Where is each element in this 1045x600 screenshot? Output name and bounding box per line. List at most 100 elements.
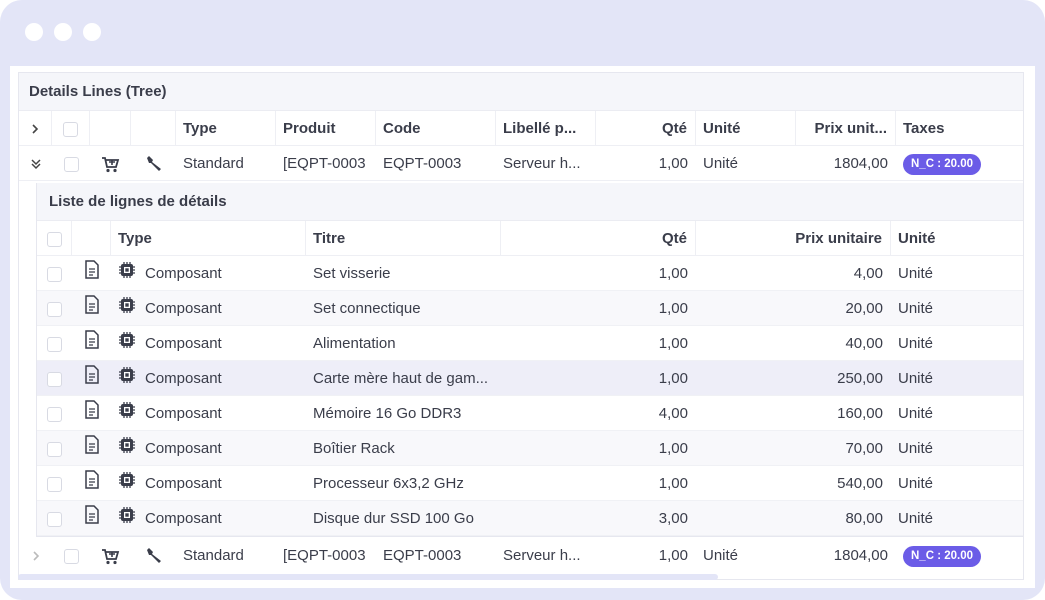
column-header-libelle[interactable]: Libellé p... <box>496 111 596 146</box>
list-item[interactable]: Composant Set visserie 1,00 4,00 Unité <box>37 256 1023 291</box>
row-checkbox[interactable] <box>52 146 90 181</box>
window-dot-maximize[interactable] <box>83 23 101 41</box>
collapse-toggle[interactable] <box>19 146 52 181</box>
chip-icon <box>118 467 136 501</box>
row-produit: [EQPT-0003 <box>283 155 366 172</box>
row-unite: Unité <box>703 155 739 172</box>
row-prix: 1804,00 <box>833 155 888 172</box>
row-qte: 1,00 <box>658 155 688 172</box>
sublist-header-row: Type Titre Qté Prix unitaire Unité <box>37 221 1023 256</box>
document-icon[interactable] <box>72 326 111 361</box>
column-header-code[interactable]: Code <box>376 111 496 146</box>
item-checkbox[interactable] <box>37 326 72 361</box>
sublist-header-spacer <box>72 221 111 256</box>
window-dot-minimize[interactable] <box>54 23 72 41</box>
cart-icon[interactable] <box>90 538 131 573</box>
tree-title: Details Lines (Tree) <box>19 73 1023 111</box>
header-spacer-2 <box>131 111 176 146</box>
row-type: Standard <box>183 547 244 564</box>
sublist-header-unite[interactable]: Unité <box>891 221 1023 256</box>
select-all-checkbox[interactable] <box>52 111 90 146</box>
item-type: Composant <box>111 396 306 431</box>
tree-row[interactable]: Standard [EQPT-0003 EQPT-0003 Serveur h.… <box>19 538 1023 573</box>
list-item[interactable]: Composant Set connectique 1,00 20,00 Unité <box>37 291 1023 326</box>
item-unite: Unité <box>898 335 934 352</box>
item-titre: Mémoire 16 Go DDR3 <box>313 405 462 422</box>
item-checkbox[interactable] <box>37 501 72 536</box>
item-type-label: Composant <box>145 370 222 387</box>
list-item[interactable]: Composant Boîtier Rack 1,00 70,00 Unité <box>37 431 1023 466</box>
sublist-title: Liste de lignes de détails <box>37 183 1023 221</box>
document-icon[interactable] <box>72 396 111 431</box>
column-header-type[interactable]: Type <box>176 111 276 146</box>
chevron-right-icon <box>32 551 39 561</box>
sublist-header-titre[interactable]: Titre <box>306 221 501 256</box>
column-header-unite[interactable]: Unité <box>696 111 796 146</box>
column-header-qte[interactable]: Qté <box>596 111 696 146</box>
item-qte: 4,00 <box>658 405 688 422</box>
window-dot-close[interactable] <box>25 23 43 41</box>
column-header-taxes[interactable]: Taxes <box>896 111 1023 146</box>
item-titre: Carte mère haut de gam... <box>313 370 489 387</box>
document-icon[interactable] <box>72 501 111 536</box>
item-unite: Unité <box>898 370 934 387</box>
row-prix: 1804,00 <box>833 547 888 564</box>
item-type-label: Composant <box>145 300 222 317</box>
list-item[interactable]: Composant Processeur 6x3,2 GHz 1,00 540,00 U… <box>37 466 1023 501</box>
item-type: Composant <box>111 326 306 361</box>
cart-icon[interactable] <box>90 146 131 181</box>
item-unite: Unité <box>898 265 934 282</box>
item-prix: 160,00 <box>837 405 883 422</box>
item-checkbox[interactable] <box>37 466 72 501</box>
item-titre: Boîtier Rack <box>313 440 395 457</box>
tax-badge: N_C : 20.00 <box>903 545 982 567</box>
expand-all-toggle[interactable] <box>19 111 52 146</box>
item-checkbox[interactable] <box>37 256 72 291</box>
item-prix: 40,00 <box>845 335 883 352</box>
item-type: Composant <box>111 501 306 536</box>
wrench-icon[interactable] <box>131 538 176 573</box>
item-qte: 1,00 <box>658 265 688 282</box>
row-checkbox[interactable] <box>52 538 90 573</box>
item-titre: Set visserie <box>313 265 391 282</box>
item-qte: 1,00 <box>658 335 688 352</box>
list-item[interactable]: Composant Carte mère haut de gam... 1,00 25… <box>37 361 1023 396</box>
item-unite: Unité <box>898 440 934 457</box>
list-item[interactable]: Composant Disque dur SSD 100 Go 3,00 80,00 U… <box>37 501 1023 536</box>
column-header-produit[interactable]: Produit <box>276 111 376 146</box>
item-checkbox[interactable] <box>37 431 72 466</box>
column-header-prix[interactable]: Prix unit... <box>796 111 896 146</box>
item-titre: Disque dur SSD 100 Go <box>313 510 474 527</box>
window-controls <box>25 23 101 41</box>
item-qte: 1,00 <box>658 300 688 317</box>
sublist-header-prix[interactable]: Prix unitaire <box>696 221 891 256</box>
sublist-header-type[interactable]: Type <box>111 221 306 256</box>
document-icon[interactable] <box>72 466 111 501</box>
chip-icon <box>118 327 136 361</box>
document-icon[interactable] <box>72 291 111 326</box>
item-checkbox[interactable] <box>37 361 72 396</box>
item-type-label: Composant <box>145 475 222 492</box>
document-icon[interactable] <box>72 431 111 466</box>
document-icon[interactable] <box>72 361 111 396</box>
item-type-label: Composant <box>145 405 222 422</box>
document-icon[interactable] <box>72 256 111 291</box>
item-unite: Unité <box>898 510 934 527</box>
tree-row[interactable]: Standard [EQPT-0003 EQPT-0003 Serveur h.… <box>19 146 1023 181</box>
sublist-header-qte[interactable]: Qté <box>501 221 696 256</box>
item-unite: Unité <box>898 475 934 492</box>
item-checkbox[interactable] <box>37 291 72 326</box>
sublist-select-all[interactable] <box>37 221 72 256</box>
list-item[interactable]: Composant Mémoire 16 Go DDR3 4,00 160,00 Uni… <box>37 396 1023 431</box>
expand-toggle[interactable] <box>19 538 52 573</box>
wrench-icon[interactable] <box>131 146 176 181</box>
item-prix: 4,00 <box>853 265 883 282</box>
item-type-label: Composant <box>145 335 222 352</box>
item-qte: 1,00 <box>658 370 688 387</box>
row-produit: [EQPT-0003 <box>283 547 366 564</box>
horizontal-scrollbar[interactable] <box>18 574 718 580</box>
item-checkbox[interactable] <box>37 396 72 431</box>
item-titre: Processeur 6x3,2 GHz <box>313 475 464 492</box>
list-item[interactable]: Composant Alimentation 1,00 40,00 Unité <box>37 326 1023 361</box>
row-libelle: Serveur h... <box>503 547 581 564</box>
